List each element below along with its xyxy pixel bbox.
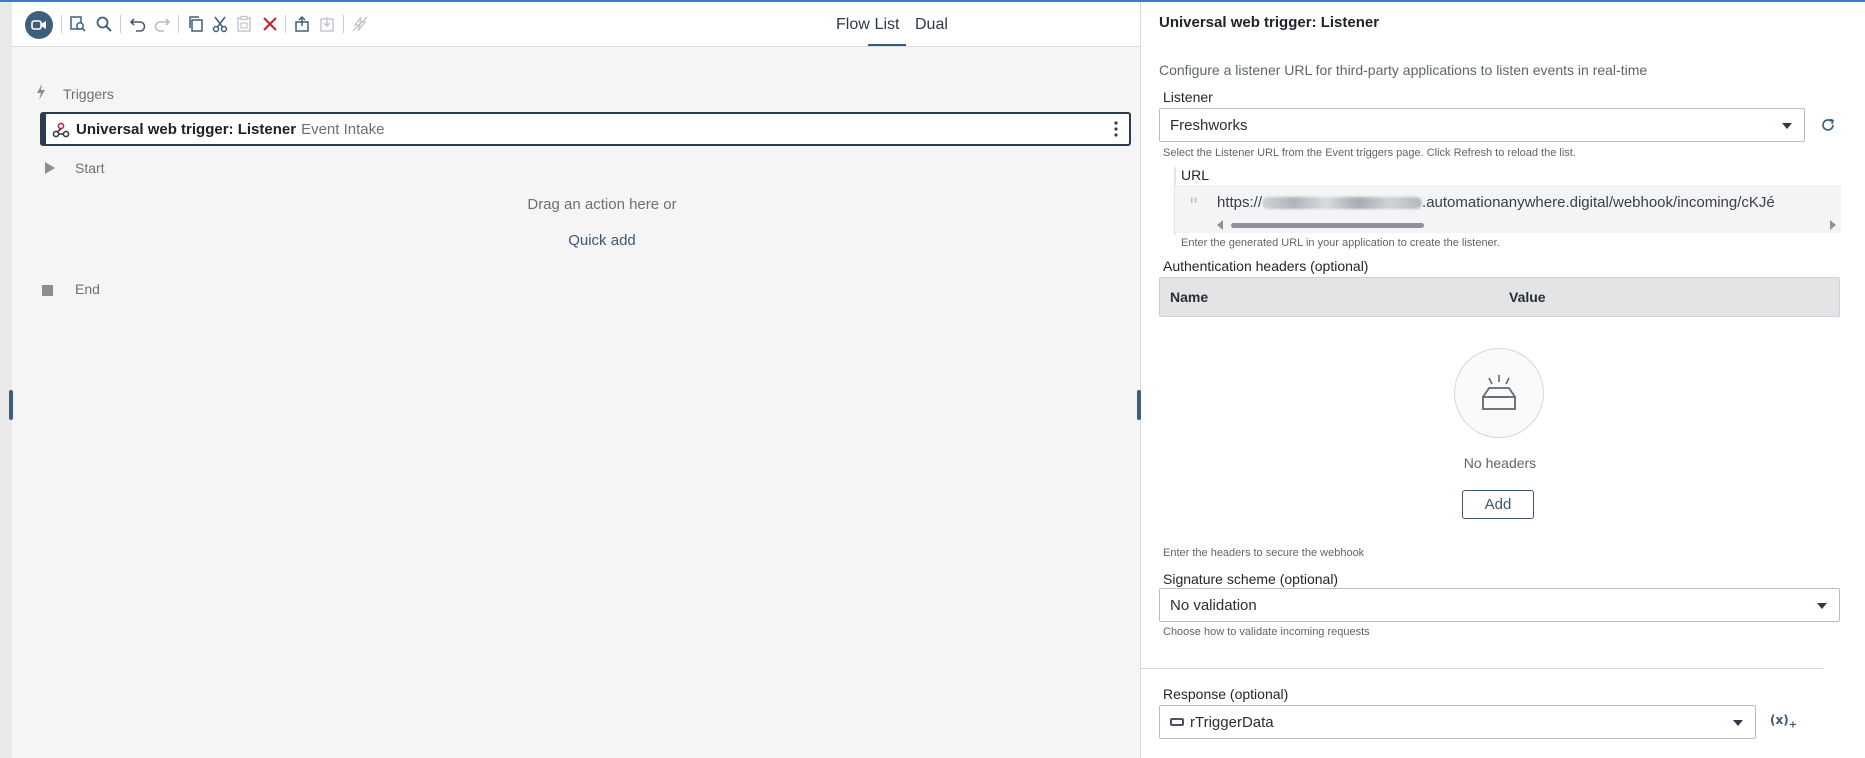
- no-headers-text: No headers: [1463, 455, 1537, 471]
- trigger-item[interactable]: Universal web trigger: Listener Event In…: [40, 112, 1131, 146]
- response-select[interactable]: rTriggerData: [1159, 705, 1756, 739]
- toolbar-divider: [285, 15, 286, 33]
- auth-headers-label: Authentication headers (optional): [1163, 258, 1369, 274]
- start-label: Start: [75, 160, 105, 176]
- chevron-down-icon: [1782, 123, 1792, 129]
- inbox-icon: [1482, 375, 1516, 410]
- scroll-left-icon[interactable]: [1217, 220, 1223, 230]
- tab-dual[interactable]: Dual: [913, 12, 950, 46]
- app-window: Flow List Dual Triggers Universal web tr…: [0, 0, 1865, 758]
- left-resize-handle[interactable]: [9, 390, 13, 420]
- lightning-icon: [36, 84, 46, 105]
- search-page-icon[interactable]: [66, 12, 90, 36]
- toolbar-divider: [178, 15, 179, 33]
- cut-icon[interactable]: [208, 12, 232, 36]
- redacted-host: [1262, 197, 1423, 210]
- column-name: Name: [1170, 289, 1209, 305]
- record-icon: [31, 20, 46, 30]
- scroll-right-icon[interactable]: [1830, 220, 1836, 230]
- column-value: Value: [1509, 289, 1546, 305]
- response-value: rTriggerData: [1190, 713, 1274, 731]
- stop-icon: [42, 283, 53, 301]
- url-suffix: .automationanywhere.digital/webhook/inco…: [1422, 194, 1775, 211]
- paste-icon[interactable]: [232, 12, 256, 36]
- horizontal-scrollbar[interactable]: [1231, 223, 1424, 228]
- url-help: Enter the generated URL in your applicat…: [1181, 237, 1500, 249]
- panel-description: Configure a listener URL for third-party…: [1159, 62, 1648, 78]
- toolbar: Flow List Dual: [12, 2, 1140, 47]
- panel-title: Universal web trigger: Listener: [1159, 14, 1380, 31]
- import-icon[interactable]: [315, 12, 339, 36]
- url-field[interactable]: " https:// .automationanywhere.digital/we…: [1175, 185, 1841, 233]
- export-icon[interactable]: [290, 12, 314, 36]
- right-resize-handle[interactable]: [1137, 390, 1141, 420]
- auth-headers-help: Enter the headers to secure the webhook: [1163, 547, 1365, 559]
- chevron-down-icon: [1817, 603, 1827, 609]
- properties-pane: Universal web trigger: Listener Configur…: [1137, 2, 1865, 758]
- variable-icon: [1170, 718, 1184, 726]
- copy-icon[interactable]: [184, 12, 208, 36]
- refresh-icon[interactable]: [1817, 114, 1839, 136]
- signature-label: Signature scheme (optional): [1163, 571, 1339, 587]
- record-button[interactable]: [25, 11, 53, 39]
- quick-add-link[interactable]: Quick add: [552, 232, 652, 249]
- trigger-subtitle: Event Intake: [301, 120, 385, 138]
- empty-inbox-illustration: [1454, 348, 1544, 438]
- undo-icon[interactable]: [126, 12, 150, 36]
- delete-icon[interactable]: [258, 12, 282, 36]
- tab-list[interactable]: List: [868, 12, 906, 46]
- canvas-pane: Flow List Dual Triggers Universal web tr…: [0, 2, 1140, 758]
- search-icon[interactable]: [92, 12, 116, 36]
- signature-help: Choose how to validate incoming requests: [1163, 626, 1370, 638]
- play-icon: [45, 161, 55, 179]
- response-label: Response (optional): [1163, 686, 1289, 702]
- drop-hint: Drag an action here or: [527, 196, 677, 213]
- more-options-icon[interactable]: [1113, 120, 1119, 138]
- toolbar-divider: [61, 15, 62, 33]
- chevron-down-icon: [1733, 720, 1743, 726]
- toolbar-divider: [343, 15, 344, 33]
- listener-value: Freshworks: [1170, 116, 1248, 134]
- triggers-label: Triggers: [63, 86, 114, 102]
- listener-label: Listener: [1163, 89, 1213, 105]
- trigger-title: Universal web trigger: Listener: [76, 120, 297, 138]
- signature-value: No validation: [1170, 596, 1257, 614]
- webhook-icon: [52, 121, 70, 144]
- insert-variable-icon[interactable]: (x)+: [1770, 713, 1797, 730]
- toolbar-divider: [120, 15, 121, 33]
- signature-select[interactable]: No validation: [1159, 588, 1840, 622]
- url-prefix: https://: [1217, 194, 1263, 211]
- headers-table-header: Name Value: [1159, 277, 1840, 317]
- url-label: URL: [1181, 167, 1210, 183]
- listener-select[interactable]: Freshworks: [1159, 108, 1805, 142]
- disable-icon[interactable]: [348, 12, 372, 36]
- section-divider: [1141, 668, 1823, 669]
- end-label: End: [75, 281, 100, 297]
- add-header-button[interactable]: Add: [1462, 490, 1534, 519]
- redo-icon[interactable]: [150, 12, 174, 36]
- tab-flow[interactable]: Flow: [834, 12, 872, 46]
- listener-help: Select the Listener URL from the Event t…: [1163, 147, 1576, 159]
- quote-icon: ": [1189, 193, 1199, 217]
